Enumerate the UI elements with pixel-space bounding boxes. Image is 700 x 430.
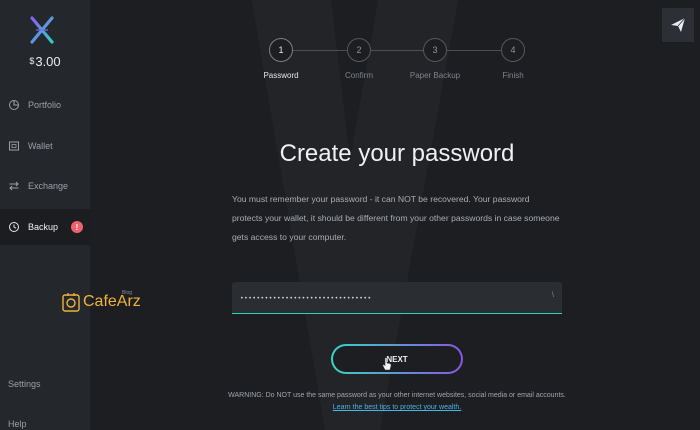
sidebar-item-label: Portfolio xyxy=(28,100,62,110)
settings-link[interactable]: Settings xyxy=(8,379,41,389)
cafearz-small: Blog xyxy=(122,290,133,296)
step-2-circle: 2 xyxy=(347,38,371,62)
sidebar-item-label: Backup xyxy=(28,222,59,232)
balance-currency: $ xyxy=(29,56,35,66)
sidebar-item-wallet[interactable]: Wallet xyxy=(0,128,90,164)
learn-tips-link[interactable]: Learn the best tips to protect your weal… xyxy=(200,402,594,414)
balance-amount: 3.00 xyxy=(35,54,61,69)
stepper-connector xyxy=(447,50,501,51)
sidebar-item-label: Wallet xyxy=(28,141,53,151)
sidebar-item-backup[interactable]: Backup ! xyxy=(0,209,90,245)
step-3-circle: 3 xyxy=(423,38,447,62)
alert-badge: ! xyxy=(71,221,83,233)
sidebar: $3.00 Portfolio Wallet Exchange Backup !… xyxy=(0,0,90,430)
stepper-connector xyxy=(371,50,423,51)
stepper-connector xyxy=(293,50,347,51)
hand-cursor-icon xyxy=(382,357,392,371)
step-4-label: Finish xyxy=(502,71,524,80)
step-2-label: Confirm xyxy=(344,71,373,80)
paper-plane-icon xyxy=(671,17,686,32)
next-button[interactable]: NEXT xyxy=(331,344,463,374)
sidebar-item-exchange[interactable]: Exchange xyxy=(0,168,90,204)
help-link[interactable]: Help xyxy=(8,419,27,429)
step-1-circle: 1 xyxy=(269,38,293,62)
password-input[interactable] xyxy=(240,288,540,308)
send-button[interactable] xyxy=(662,8,694,42)
clock-icon xyxy=(8,221,20,233)
page-title: Create your password xyxy=(279,140,515,167)
step-3-label: Paper Backup xyxy=(409,71,461,80)
step-1-label: Password xyxy=(263,71,299,80)
cafearz-logo-icon xyxy=(62,293,80,312)
sidebar-item-portfolio[interactable]: Portfolio xyxy=(0,87,90,123)
warning-block: WARNING: Do NOT use the same password as… xyxy=(200,390,594,414)
show-password-icon[interactable]: \ xyxy=(552,292,554,299)
wallet-icon xyxy=(8,140,20,152)
warning-text: WARNING: Do NOT use the same password as… xyxy=(228,392,566,399)
sidebar-item-label: Exchange xyxy=(28,181,69,191)
exchange-icon xyxy=(8,180,20,192)
password-field[interactable]: \ xyxy=(232,282,562,314)
exodus-logo-icon xyxy=(30,16,54,44)
pie-chart-icon xyxy=(8,99,20,111)
balance: $3.00 xyxy=(0,54,90,69)
cafearz-brand: CafeArz xyxy=(83,293,141,310)
step-4-circle: 4 xyxy=(501,38,525,62)
description-text: You must remember your password - it can… xyxy=(232,194,560,242)
